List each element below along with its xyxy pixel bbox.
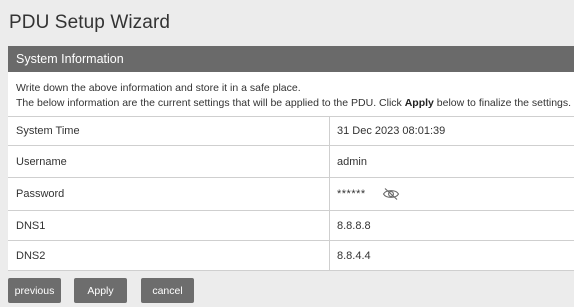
note-line-1: Write down the above information and sto… xyxy=(16,82,301,94)
page-title: PDU Setup Wizard xyxy=(9,12,171,33)
table-row-system-time: System Time 31 Dec 2023 08:01:39 xyxy=(8,117,574,146)
row-label: Password xyxy=(8,178,330,210)
row-value: 8.8.8.8 xyxy=(337,219,371,232)
row-value: 8.8.4.4 xyxy=(337,249,371,262)
note-line-2: The below information are the current se… xyxy=(16,96,574,111)
table-row-password: Password ****** xyxy=(8,178,574,211)
row-label: DNS2 xyxy=(8,241,330,270)
note-line-2-end: below to finalize the settings. xyxy=(433,96,572,109)
note-line-2-text: The below information are the current se… xyxy=(16,96,405,109)
row-value: 31 Dec 2023 08:01:39 xyxy=(337,125,446,137)
apply-button[interactable]: Apply xyxy=(74,278,127,303)
cancel-button[interactable]: cancel xyxy=(141,278,194,303)
row-label: Username xyxy=(8,146,330,177)
section-header: System Information xyxy=(8,46,574,72)
wizard-buttons: previous Apply cancel xyxy=(8,278,194,303)
table-row-username: Username admin xyxy=(8,146,574,178)
row-label: System Time xyxy=(8,117,330,145)
table-row-dns2: DNS2 8.8.4.4 xyxy=(8,241,574,271)
table-row-dns1: DNS1 8.8.8.8 xyxy=(8,211,574,241)
section-title: System Information xyxy=(16,52,124,66)
row-value: admin xyxy=(337,155,367,168)
note-apply-emphasis: Apply xyxy=(404,96,434,109)
settings-table: System Time 31 Dec 2023 08:01:39 Usernam… xyxy=(8,116,574,271)
row-label: DNS1 xyxy=(8,211,330,240)
password-mask: ****** xyxy=(337,188,366,200)
info-note: Write down the above information and sto… xyxy=(8,72,574,116)
eye-slash-icon[interactable] xyxy=(382,187,400,201)
row-value: ****** xyxy=(330,178,574,210)
previous-button[interactable]: previous xyxy=(8,278,61,303)
